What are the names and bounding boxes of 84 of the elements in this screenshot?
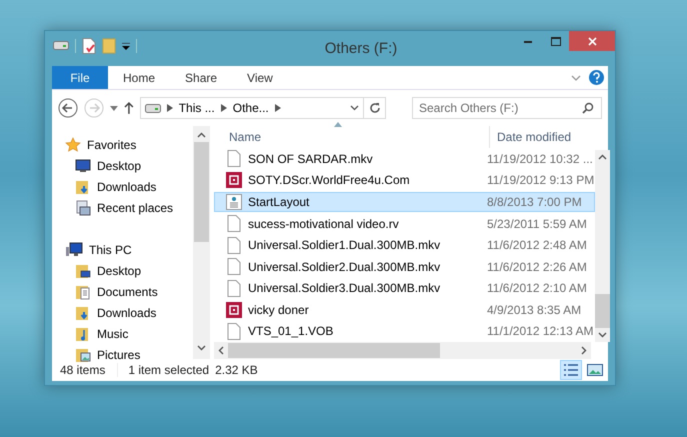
back-button[interactable] [58,98,78,118]
ribbon-tab[interactable]: Home [108,66,170,89]
file-row[interactable]: vicky doner 4/9/2013 8:35 AM [214,300,596,320]
file-icon [227,322,241,340]
download-folder-icon [75,178,91,194]
media-file-icon [226,302,242,318]
search-icon [582,102,594,114]
nav-item[interactable]: Downloads [52,302,193,323]
ribbon-tab[interactable]: View [232,66,288,89]
file-row[interactable]: StartLayout 8/8/2013 7:00 PM [214,192,596,212]
file-row[interactable]: Universal.Soldier1.Dual.300MB.mkv 11/6/2012 2:48 AM [214,235,596,255]
scroll-down-icon[interactable] [598,332,608,338]
expand-ribbon-icon[interactable] [571,74,581,80]
scroll-right-icon[interactable] [581,346,587,355]
monitor-icon [75,158,91,174]
close-button[interactable] [569,31,615,51]
file-tab[interactable]: File [52,66,108,89]
properties-icon[interactable] [82,38,96,54]
help-icon[interactable] [589,70,604,85]
refresh-icon [368,102,381,114]
file-icon [227,215,241,232]
nav-item[interactable]: Documents [52,281,193,302]
scroll-thumb[interactable] [228,343,440,358]
history-caret-icon[interactable] [110,106,118,110]
nav-item[interactable]: Recent places [52,197,193,218]
file-icon [227,150,241,168]
list-scrollbar[interactable] [595,150,610,342]
scroll-left-icon[interactable] [218,346,224,355]
address-bar[interactable]: This ... Othe... [140,97,364,119]
chevron-icon [166,104,173,112]
scroll-thumb[interactable] [194,142,209,242]
nav-item[interactable]: Downloads [52,176,193,197]
desktop-folder-icon [75,262,91,278]
customize-caret-icon[interactable] [122,42,130,50]
ribbon-tab[interactable]: Share [170,66,232,89]
horizontal-scrollbar[interactable] [214,342,591,359]
nav-item[interactable]: Favorites [52,134,193,155]
file-icon [227,258,241,276]
selection-size: 2.32 KB [215,363,259,377]
computer-icon [65,242,83,258]
star-icon [65,136,81,152]
file-row[interactable]: Universal.Soldier2.Dual.300MB.mkv 11/6/2012 2:26 AM [214,256,596,276]
nav-item[interactable]: Pictures [52,344,193,365]
close-icon [588,36,596,46]
nav-scrollbar[interactable] [193,126,210,359]
file-icon [227,236,241,254]
up-arrow-icon[interactable] [124,102,134,114]
file-icon [227,280,241,297]
column-header[interactable]: Date modified [489,126,572,148]
nav-item[interactable]: Desktop [52,155,193,176]
music-folder-icon [75,326,91,342]
minimize-icon [524,40,533,42]
refresh-button[interactable] [364,97,386,119]
scroll-up-icon[interactable] [598,154,608,160]
drive-icon[interactable] [53,41,69,51]
selection-status: 1 item selected [117,363,216,377]
file-row[interactable]: sucess-motivational video.rv 5/23/2011 5:59 AM [214,214,596,234]
details-view-button[interactable] [560,360,582,380]
nav-item[interactable]: This PC [52,239,193,260]
breadcrumb[interactable]: Othe... [232,101,269,115]
xml-file-icon [226,194,242,210]
scroll-thumb[interactable] [595,294,610,328]
pictures-folder-icon [75,346,91,362]
chevron-icon [274,104,281,112]
scroll-down-icon[interactable] [197,345,206,351]
scroll-up-icon[interactable] [197,132,206,138]
item-count: 48 items [60,363,106,377]
maximize-icon [550,36,560,46]
download-folder-icon [75,304,91,320]
nav-item[interactable]: Music [52,323,193,344]
breadcrumb[interactable]: This ... [178,101,215,115]
file-row[interactable]: VTS_01_1.VOB 11/1/2012 12:13 AM [214,321,596,341]
documents-folder-icon [75,284,91,300]
window-title: Others (F:) [324,40,398,57]
chevron-icon [220,104,227,112]
file-row[interactable]: SON OF SARDAR.mkv 11/19/2012 10:32 ... [214,149,596,169]
column-header[interactable]: Name [214,126,489,148]
recent-places-icon [75,200,91,216]
media-file-icon [226,172,242,188]
nav-item[interactable]: Desktop [52,260,193,281]
drive-icon [144,104,161,112]
file-row[interactable]: SOTY.DScr.WorldFree4u.Com 11/19/2012 9:13 PM [214,170,596,190]
file-row[interactable]: Universal.Soldier3.Dual.300MB.mkv 11/6/2012 2:10 AM [214,278,596,298]
search-field[interactable]: Search Others (F:) [412,97,602,119]
